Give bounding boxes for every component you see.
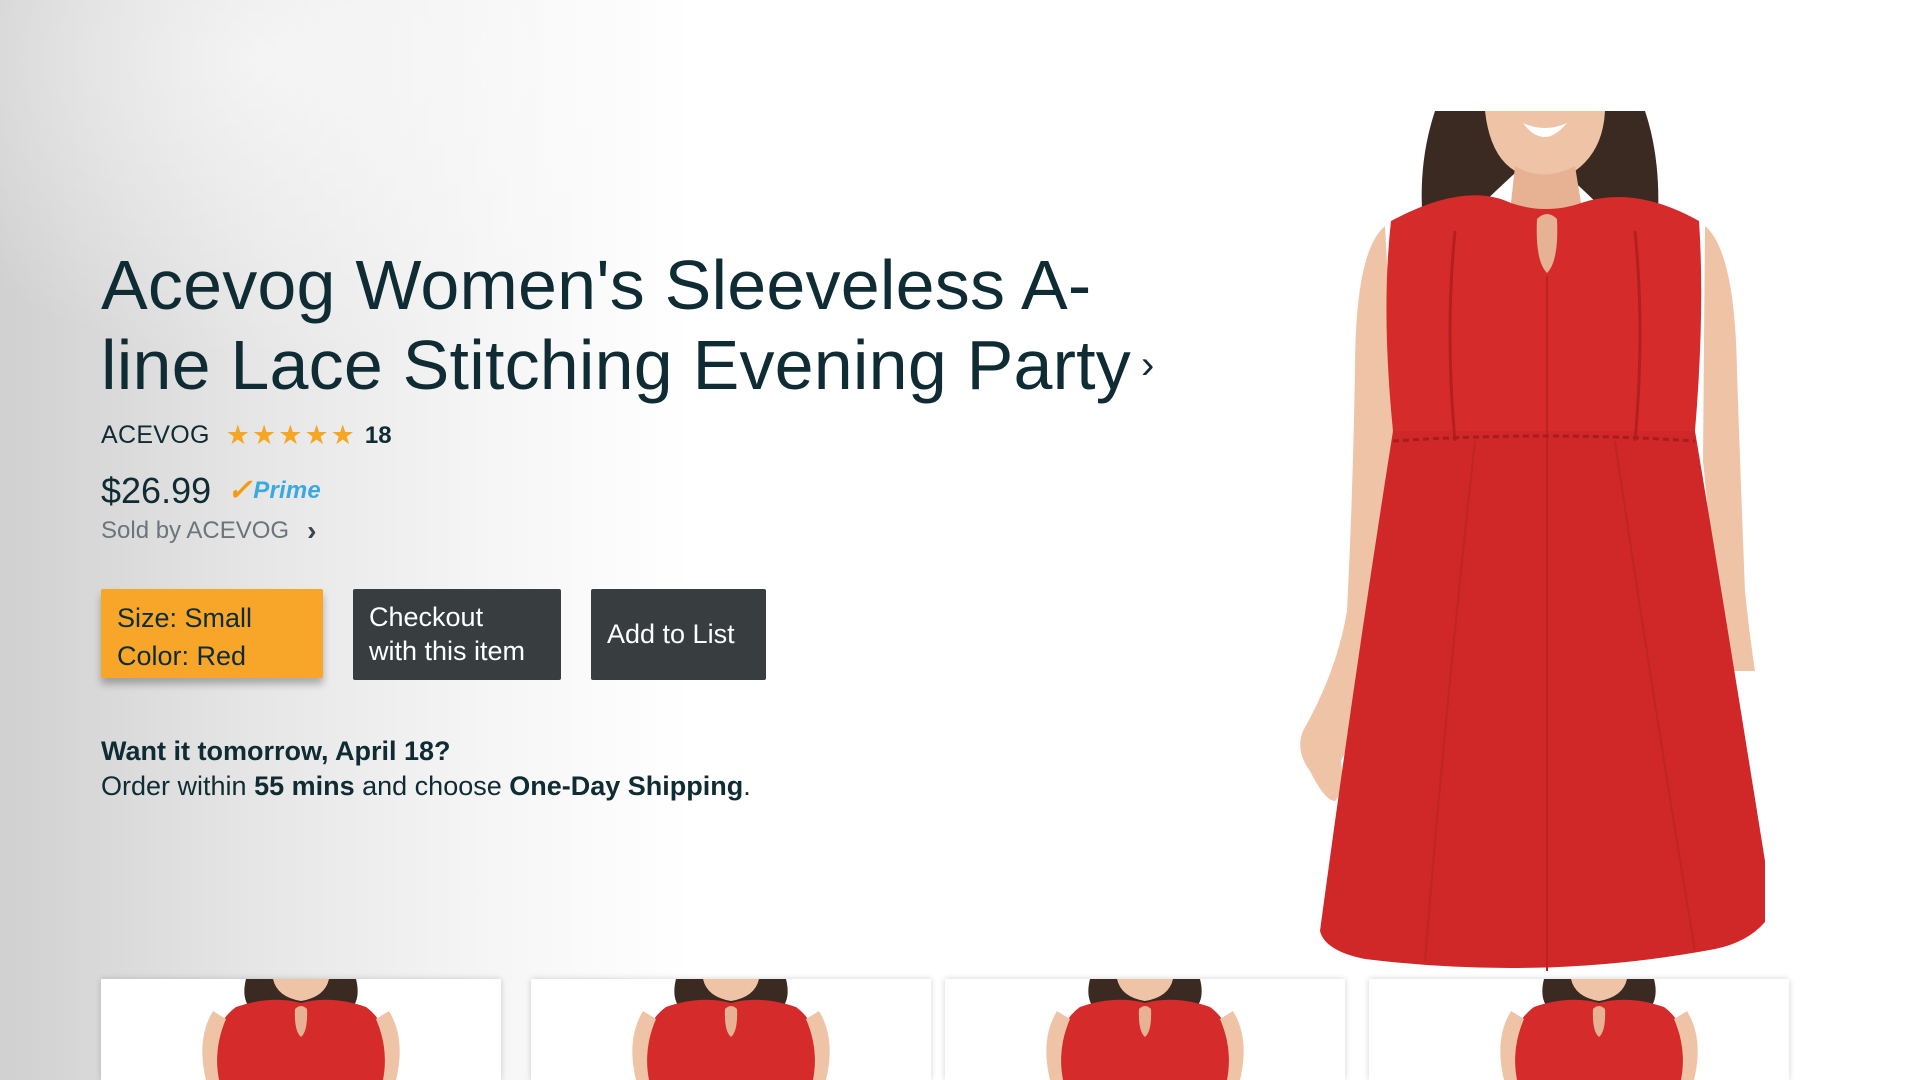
chevron-right-icon[interactable]: › (1141, 325, 1155, 405)
sold-by-link[interactable]: Sold by ACEVOG › (101, 515, 1161, 547)
delivery-countdown: 55 mins (254, 770, 355, 801)
brand-rating-row: ACEVOG ★ ★ ★ ★ ★ 18 (101, 419, 1161, 453)
variant-color: Color: Red (117, 640, 247, 671)
add-to-list-label: Add to List (607, 619, 735, 650)
chevron-right-icon: › (307, 514, 317, 546)
variant-select-button[interactable]: Size: Small Color: Red (101, 588, 323, 678)
checkout-label-line2: with this item (369, 636, 526, 667)
brand-name[interactable]: ACEVOG (101, 421, 210, 450)
thumbnail-3[interactable] (945, 979, 1345, 1080)
product-info: Acevog Women's Sleeveless A-line Lace St… (101, 245, 1161, 804)
prime-check-icon: ✓ (227, 473, 253, 507)
star-icon: ★ (252, 420, 277, 451)
dress-thumb-4 (1500, 979, 1698, 1080)
delivery-detail: Order within 55 mins and choose One-Day … (101, 770, 751, 801)
review-count[interactable]: 18 (365, 422, 392, 450)
sold-by-text: Sold by ACEVOG (101, 516, 290, 544)
prime-badge: ✓ Prime (227, 473, 321, 507)
add-to-list-button[interactable]: Add to List (591, 588, 766, 680)
thumbnail-1[interactable] (101, 979, 501, 1080)
thumbnail-strip (101, 979, 1801, 1080)
dress-thumb-1 (202, 979, 400, 1080)
product-title-text: Acevog Women's Sleeveless A-line Lace St… (101, 246, 1131, 404)
delivery-info: Want it tomorrow, April 18? Order within… (101, 734, 1161, 804)
prime-label: Prime (253, 476, 321, 504)
dress-thumb-3 (1046, 979, 1244, 1080)
star-icon: ★ (225, 420, 250, 451)
delivery-method: One-Day Shipping (509, 770, 744, 801)
checkout-label-line1: Checkout (369, 602, 484, 633)
thumbnail-4[interactable] (1369, 979, 1789, 1080)
action-buttons: Size: Small Color: Red Checkout with thi… (101, 588, 1161, 680)
star-icon: ★ (304, 420, 329, 451)
star-icon: ★ (278, 420, 303, 451)
dress-thumb-2 (632, 979, 830, 1080)
checkout-button[interactable]: Checkout with this item (353, 588, 561, 680)
star-icon: ★ (330, 420, 355, 451)
delivery-headline: Want it tomorrow, April 18? (101, 735, 451, 766)
star-rating[interactable]: ★ ★ ★ ★ ★ (226, 422, 355, 449)
price-row: $26.99 ✓ Prime (101, 469, 1161, 513)
variant-size: Size: Small (117, 602, 253, 633)
product-hero-image (1285, 111, 1765, 981)
price: $26.99 (101, 469, 212, 511)
thumbnail-2[interactable] (531, 979, 931, 1080)
product-title[interactable]: Acevog Women's Sleeveless A-line Lace St… (101, 245, 1161, 411)
